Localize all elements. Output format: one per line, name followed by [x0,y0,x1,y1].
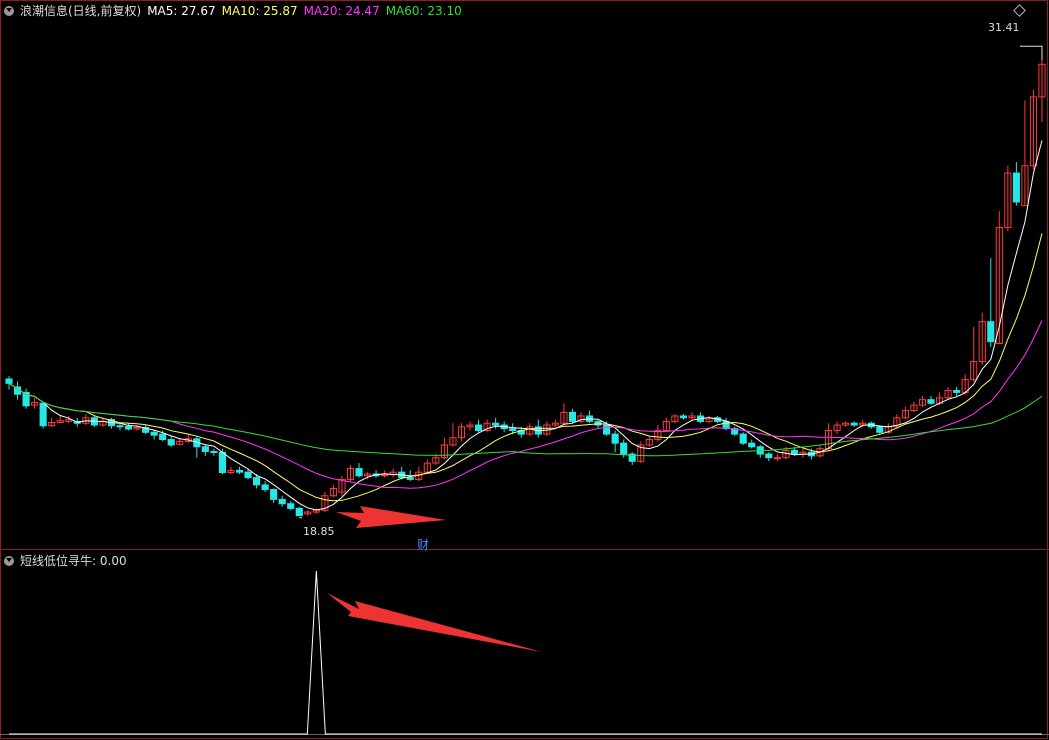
candle-body [603,424,611,435]
candle-body [218,451,227,474]
ma60-readout: MA60: 23.10 [385,4,462,18]
candle-body [679,415,688,419]
ma60-line [8,382,1043,457]
indicator-layer [9,570,1042,735]
stock-title: 浪潮信息(日线,前复权) [20,4,142,18]
ma5-line [8,140,1043,511]
candle-body [748,442,756,448]
candle-body [406,477,414,480]
candle-body [509,428,517,431]
candle-body [355,468,363,477]
chevron-down-icon[interactable] [4,556,14,566]
candle-body [927,399,935,404]
candle-body [1012,172,1020,203]
ma-lines-layer [8,140,1043,511]
outer-border [0,0,1048,739]
candle-body [773,457,781,460]
candle-body [492,422,500,426]
candle-body [210,451,218,454]
candle-body [124,425,133,430]
indicator-header: 短线低位寻牛: 0.00 [4,553,133,569]
candle-body [474,424,483,431]
candle-body [739,433,747,444]
ma10-line [8,233,1043,502]
high-price-label: 31.41 [988,21,1020,34]
candle-body [150,431,158,436]
chart-frame [0,0,1049,739]
candle-body [876,426,884,433]
candle-body [790,449,798,455]
candle-body [201,446,209,453]
main-chart-header: 浪潮信息(日线,前复权) MA5: 27.67 MA10: 25.87 MA20: 2… [4,3,468,19]
candle-body [116,425,124,428]
candle-body [850,422,858,426]
candle-body [270,489,278,500]
financial-report-marker[interactable]: 财 [417,538,429,552]
candle-body [261,484,269,491]
candle-body [568,411,577,422]
candle-body [620,442,628,455]
candle-body [278,498,286,505]
arrow-icon [336,506,446,528]
candle-body [253,477,261,486]
candle-body [159,433,167,441]
arrow-icon [327,593,542,652]
ma20-line [8,320,1043,489]
stock-chart: 浪潮信息(日线,前复权) MA5: 27.67 MA10: 25.87 MA20: 2… [0,0,1049,740]
indicator-value: : 0.00 [92,554,127,568]
ma10-readout: MA10: 25.87 [221,4,298,18]
candle-body [244,471,252,479]
low-price-label: 18.85 [303,525,335,538]
indicator-line [9,570,1042,735]
candles-layer [5,60,1046,517]
chart-svg [0,0,1049,739]
high-marker-leader [1020,45,1043,61]
ma5-readout: MA5: 27.67 [147,4,216,18]
candle-body [295,507,303,517]
candle-body [953,390,961,393]
candle-body [765,453,773,459]
candle-body [987,321,995,343]
candle-body [611,433,619,444]
candle-body [5,378,13,384]
indicator-title: 短线低位寻牛 [20,554,93,568]
annotation-layer [299,45,1043,652]
candle-body [39,402,47,427]
ma20-readout: MA20: 24.47 [303,4,380,18]
candle-body [167,439,175,446]
chevron-down-icon[interactable] [4,6,14,16]
candle-body [235,469,244,473]
candle-body [287,503,295,509]
